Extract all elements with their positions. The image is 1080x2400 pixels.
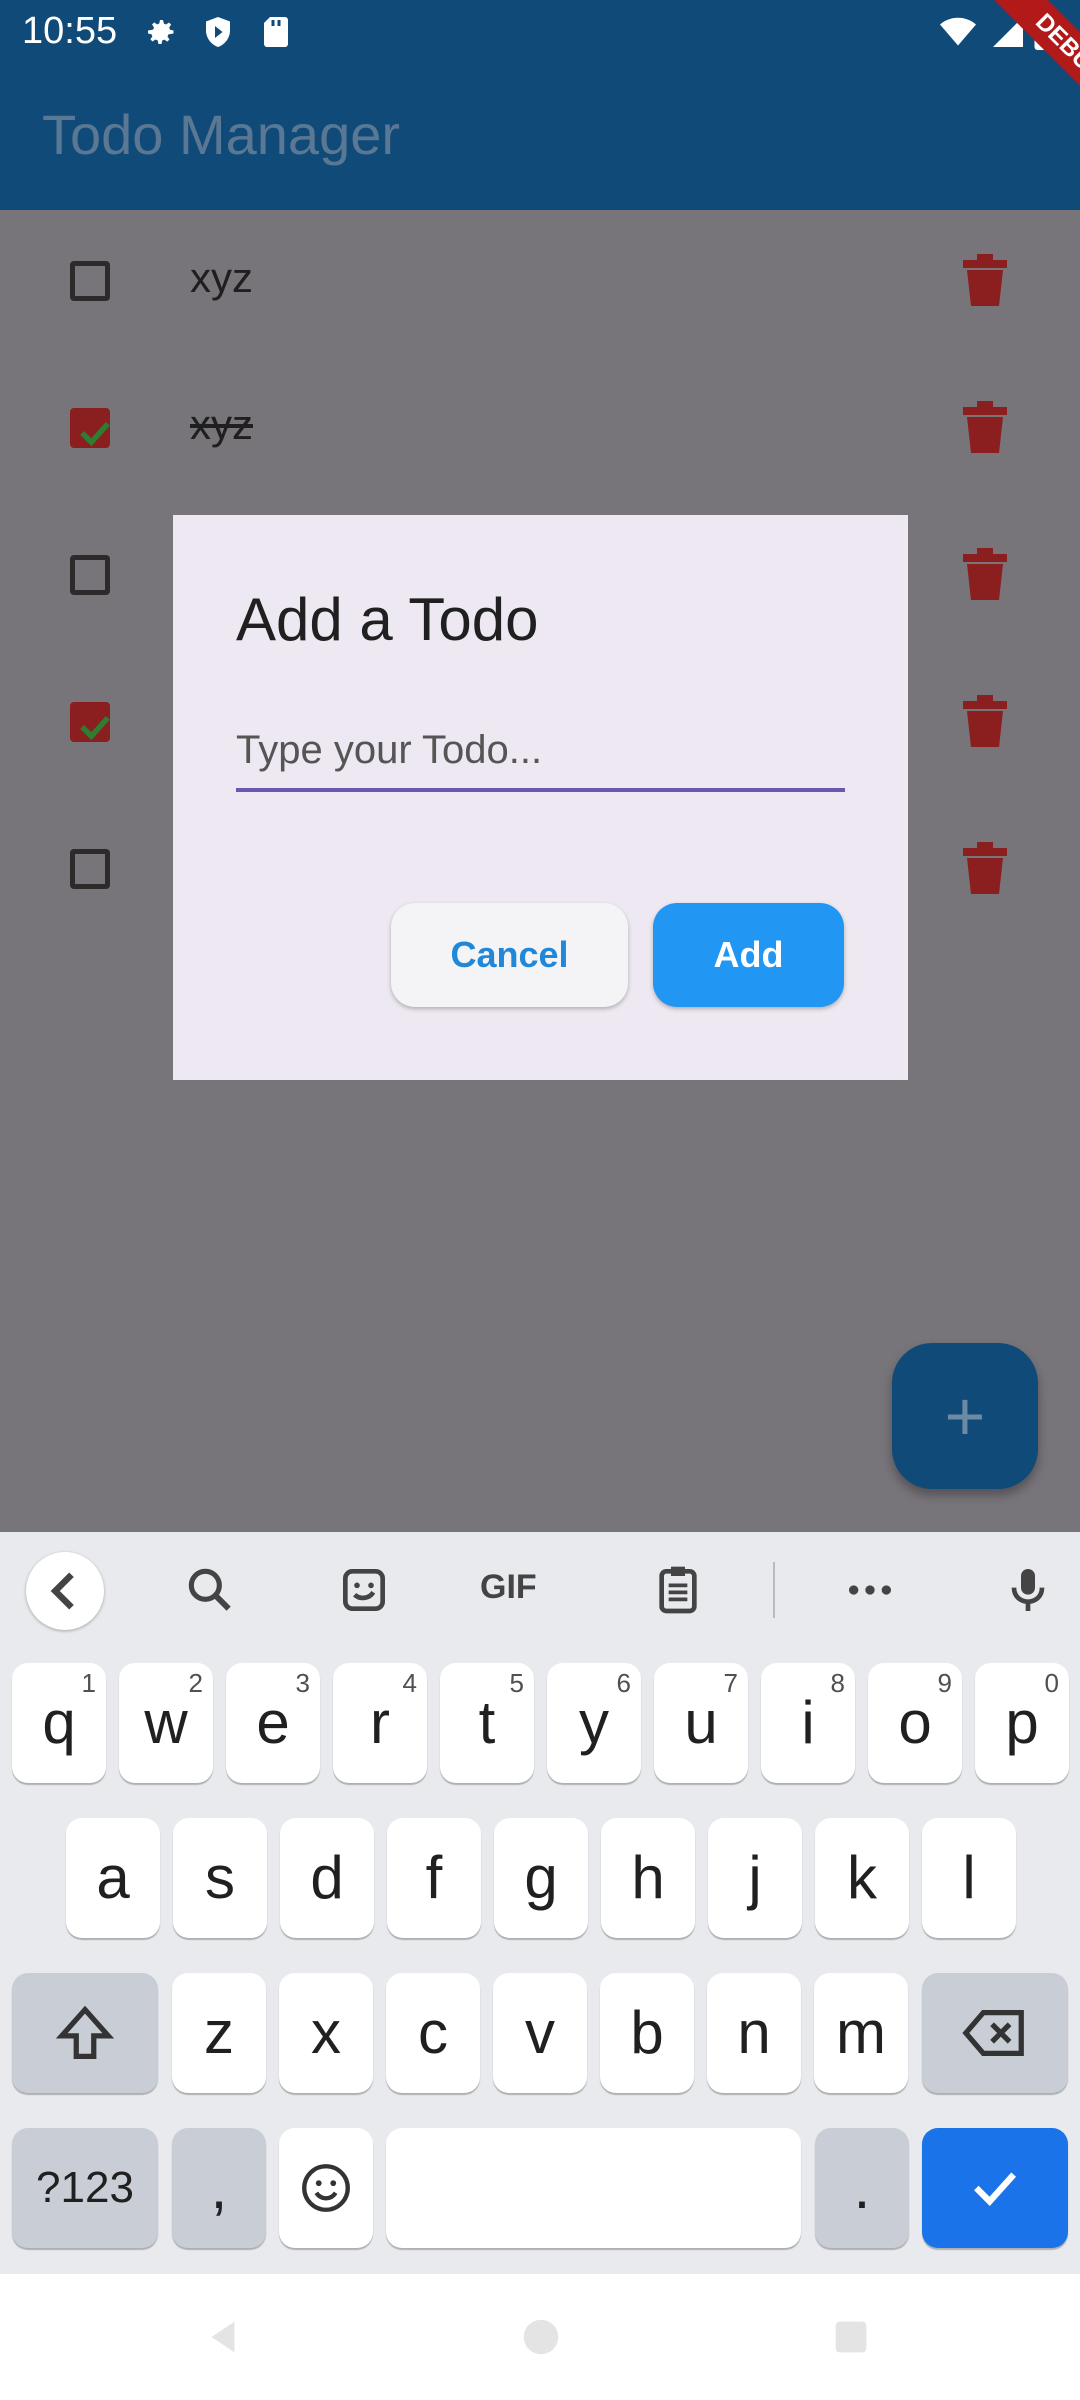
key-n[interactable]: n xyxy=(707,1973,801,2093)
key-m[interactable]: m xyxy=(814,1973,908,2093)
play-protect-icon xyxy=(206,17,230,47)
key-number-hint: 5 xyxy=(509,1668,524,1698)
add-todo-dialog: Add a Todo Type your Todo... Cancel Add xyxy=(173,515,908,1080)
dialog-title: Add a Todo xyxy=(236,586,539,653)
symbols-key[interactable]: ?123 xyxy=(12,2128,158,2248)
search-icon[interactable] xyxy=(182,1562,238,1618)
key-z[interactable]: z xyxy=(172,1973,266,2093)
key-number-hint: 7 xyxy=(723,1668,738,1698)
key-y[interactable]: y6 xyxy=(547,1663,641,1783)
key-e[interactable]: e3 xyxy=(226,1663,320,1783)
shift-key[interactable] xyxy=(12,1973,158,2093)
todo-input-placeholder: Type your Todo... xyxy=(236,728,543,772)
status-bar: 10:55 xyxy=(0,0,1080,62)
key-g[interactable]: g xyxy=(494,1818,588,1938)
space-key[interactable] xyxy=(386,2128,801,2248)
backspace-key[interactable] xyxy=(922,1973,1068,2093)
enter-key[interactable] xyxy=(922,2128,1068,2248)
key-c[interactable]: c xyxy=(386,1973,480,2093)
key-d[interactable]: d xyxy=(280,1818,374,1938)
key-w[interactable]: w2 xyxy=(119,1663,213,1783)
todo-checkbox[interactable] xyxy=(70,849,110,889)
key-f[interactable]: f xyxy=(387,1818,481,1938)
key-u[interactable]: u7 xyxy=(654,1663,748,1783)
app-bar: Todo Manager xyxy=(0,62,1080,210)
toolbar-divider xyxy=(773,1562,775,1618)
emoji-key[interactable] xyxy=(279,2128,373,2248)
period-key[interactable]: . xyxy=(815,2128,909,2248)
key-number-hint: 2 xyxy=(188,1668,203,1698)
delete-icon[interactable] xyxy=(963,401,1007,453)
key-label: i xyxy=(801,1689,815,1756)
key-t[interactable]: t5 xyxy=(440,1663,534,1783)
app-title: Todo Manager xyxy=(42,103,401,166)
key-number-hint: 3 xyxy=(295,1668,310,1698)
more-icon[interactable] xyxy=(842,1562,898,1618)
delete-icon[interactable] xyxy=(963,695,1007,747)
key-o[interactable]: o9 xyxy=(868,1663,962,1783)
key-q[interactable]: q1 xyxy=(12,1663,106,1783)
key-label: e xyxy=(256,1689,290,1756)
key-x[interactable]: x xyxy=(279,1973,373,2093)
clipboard-icon[interactable] xyxy=(650,1562,706,1618)
cancel-button[interactable]: Cancel xyxy=(391,903,628,1007)
key-i[interactable]: i8 xyxy=(761,1663,855,1783)
key-number-hint: 8 xyxy=(830,1668,845,1698)
todo-checkbox[interactable] xyxy=(70,702,110,742)
add-todo-fab[interactable]: + xyxy=(892,1343,1038,1489)
nav-recents-icon[interactable] xyxy=(828,2314,874,2360)
key-label: p xyxy=(1005,1689,1039,1756)
todo-text: xyz xyxy=(190,254,253,301)
key-h[interactable]: h xyxy=(601,1818,695,1938)
key-a[interactable]: a xyxy=(66,1818,160,1938)
settings-icon xyxy=(148,20,174,44)
add-button[interactable]: Add xyxy=(653,903,844,1007)
key-s[interactable]: s xyxy=(173,1818,267,1938)
key-label: y xyxy=(579,1689,609,1756)
todo-input[interactable]: Type your Todo... xyxy=(236,728,845,792)
key-label: r xyxy=(370,1689,390,1756)
todo-row: xyz xyxy=(0,357,1080,504)
todo-text: xyz xyxy=(190,401,253,448)
navigation-bar xyxy=(0,2274,1080,2400)
todo-checkbox[interactable] xyxy=(70,408,110,448)
key-number-hint: 9 xyxy=(937,1668,952,1698)
key-v[interactable]: v xyxy=(493,1973,587,2093)
microphone-icon[interactable] xyxy=(1000,1562,1056,1618)
gif-button[interactable]: GIF xyxy=(480,1568,537,1607)
key-label: w xyxy=(144,1689,188,1756)
key-label: q xyxy=(42,1689,76,1756)
key-l[interactable]: l xyxy=(922,1818,1016,1938)
key-p[interactable]: p0 xyxy=(975,1663,1069,1783)
nav-back-icon[interactable] xyxy=(200,2314,246,2360)
key-k[interactable]: k xyxy=(815,1818,909,1938)
delete-icon[interactable] xyxy=(963,842,1007,894)
key-label: o xyxy=(898,1689,932,1756)
key-label: u xyxy=(684,1689,718,1756)
key-b[interactable]: b xyxy=(600,1973,694,2093)
key-number-hint: 4 xyxy=(402,1668,417,1698)
key-number-hint: 6 xyxy=(616,1668,631,1698)
delete-icon[interactable] xyxy=(963,548,1007,600)
key-j[interactable]: j xyxy=(708,1818,802,1938)
key-number-hint: 1 xyxy=(81,1668,96,1698)
back-icon[interactable] xyxy=(26,1552,104,1630)
key-label: t xyxy=(478,1689,496,1756)
key-r[interactable]: r4 xyxy=(333,1663,427,1783)
sd-card-icon xyxy=(264,17,288,47)
sticker-icon[interactable] xyxy=(336,1562,392,1618)
nav-home-icon[interactable] xyxy=(518,2314,564,2360)
keyboard-toolbar: GIF xyxy=(0,1532,1080,1648)
delete-icon[interactable] xyxy=(963,254,1007,306)
todo-row: xyz xyxy=(0,210,1080,357)
debug-label: DEBUG xyxy=(992,0,1080,127)
keyboard: GIF q1w2e3r4t5y6u7i8o9p0asdfghjklzxcvbnm… xyxy=(0,1532,1080,2274)
status-time: 10:55 xyxy=(22,10,118,52)
key-number-hint: 0 xyxy=(1044,1668,1059,1698)
debug-banner: DEBUG xyxy=(940,0,1080,140)
todo-checkbox[interactable] xyxy=(70,261,110,301)
todo-checkbox[interactable] xyxy=(70,555,110,595)
comma-key[interactable]: , xyxy=(172,2128,266,2248)
